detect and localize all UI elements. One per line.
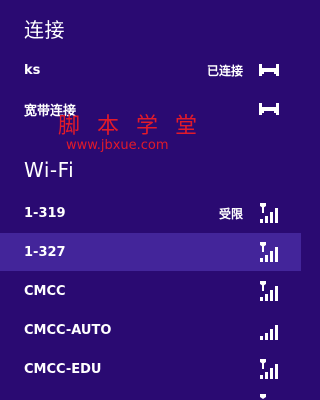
ethernet-icon [259, 103, 279, 115]
wifi-network-name: CMCC-AUTO [24, 322, 112, 338]
wifi-network-name: CMCC-EDU [24, 361, 102, 377]
wifi-network-cmcc-auto[interactable]: CMCC-AUTO [0, 311, 301, 349]
wifi-network-1-319[interactable]: 1-319 受限 [0, 194, 301, 232]
wifi-network-name: CMCC [24, 283, 66, 299]
wifi-signal-icon [260, 325, 278, 340]
wifi-network-status: 受限 [218, 206, 243, 221]
wifi-network-name: 1-319 [24, 205, 66, 221]
network-flyout: 连接 ks 已连接 宽带连接 脚 本 学 堂 www.jbxue.com Wi-… [0, 0, 301, 400]
wifi-network-cmcc[interactable]: CMCC [0, 272, 301, 310]
next-network-icon-partial [260, 394, 266, 399]
wifi-secured-signal-icon [260, 281, 278, 301]
wifi-secured-signal-icon [260, 242, 278, 262]
connection-item-broadband[interactable]: 宽带连接 [0, 90, 301, 128]
connection-status: 已连接 [206, 63, 243, 78]
wifi-network-1-327[interactable]: 1-327 [0, 233, 301, 271]
watermark-url: www.jbxue.com [66, 138, 169, 153]
connection-name: 宽带连接 [24, 103, 77, 119]
connection-name: ks [24, 62, 41, 78]
wifi-secured-signal-icon [260, 203, 278, 223]
wifi-network-name: 1-327 [24, 244, 66, 260]
connections-title: 连接 [24, 18, 65, 42]
wifi-network-cmcc-edu[interactable]: CMCC-EDU [0, 350, 301, 388]
wifi-title: Wi-Fi [24, 158, 75, 182]
wifi-secured-signal-icon [260, 359, 278, 379]
connection-item-ks[interactable]: ks 已连接 [0, 51, 301, 89]
ethernet-icon [259, 64, 279, 76]
